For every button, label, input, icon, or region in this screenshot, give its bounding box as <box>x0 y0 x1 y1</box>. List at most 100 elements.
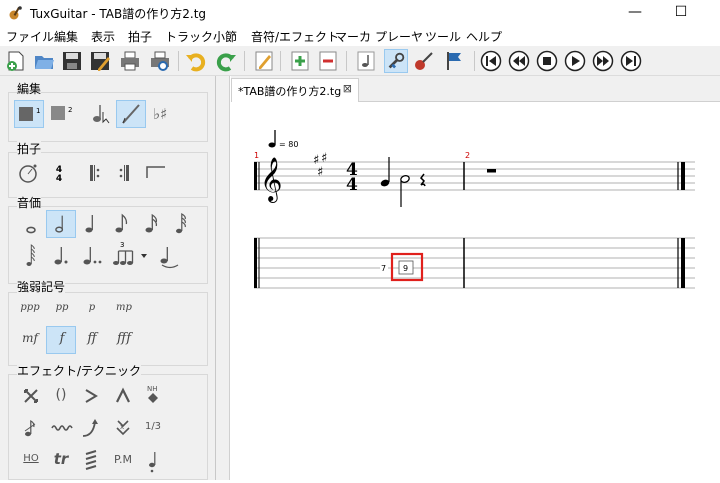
dynamic-fff[interactable]: fff <box>108 331 140 346</box>
dynamic-mp[interactable]: mp <box>108 302 140 313</box>
svg-text:NH: NH <box>147 385 158 393</box>
dynamic-ppp[interactable]: ppp <box>14 302 46 313</box>
add-track-icon[interactable] <box>288 49 312 73</box>
menu-marker[interactable]: マーカ <box>335 28 371 45</box>
marker-flag-icon[interactable] <box>442 49 466 73</box>
tab-end-barline-thick <box>681 238 685 288</box>
toolbar-separator <box>178 51 179 71</box>
transport-play-icon[interactable] <box>564 50 586 72</box>
key-sharp-2: ♯ <box>321 151 327 166</box>
heavy-accent-icon[interactable] <box>108 382 138 410</box>
trill-button[interactable]: tr <box>46 450 76 478</box>
dotted-note-icon[interactable] <box>46 242 76 270</box>
menu-player[interactable]: プレーヤ <box>375 28 423 45</box>
eighth-note-icon[interactable] <box>106 210 136 238</box>
accent-icon[interactable] <box>76 382 106 410</box>
print-preview-icon[interactable] <box>148 49 172 73</box>
ghost-note-button[interactable]: () <box>46 387 76 415</box>
toolbar-separator <box>474 51 475 71</box>
menu-timesig[interactable]: 拍子 <box>128 28 152 45</box>
transport-rewind-icon[interactable] <box>508 50 530 72</box>
grace-note-icon[interactable] <box>16 414 46 442</box>
undo-icon[interactable] <box>184 49 208 73</box>
save-as-icon[interactable] <box>88 49 112 73</box>
tab-fret-number-selected[interactable]: 9 <box>403 264 408 273</box>
dynamic-mf[interactable]: mf <box>14 331 46 345</box>
thirty-second-note-icon[interactable] <box>166 210 196 238</box>
tuplet-button[interactable]: 3 <box>108 241 152 270</box>
palm-mute-button[interactable]: P.M <box>108 453 138 481</box>
menu-tools[interactable]: ツール <box>425 28 461 45</box>
note-mode-icon[interactable] <box>354 49 378 73</box>
dynamic-p[interactable]: p <box>76 302 108 313</box>
score-editor[interactable]: = 80 1 2 𝄞 ♯ ♯ ♯ 4 4 7 9 <box>231 102 720 480</box>
slide-icon[interactable]: x <box>108 414 138 442</box>
menu-note-effect[interactable]: 音符/エフェクト <box>251 28 339 45</box>
staccato-icon[interactable] <box>138 446 168 474</box>
toolbar-separator <box>346 51 347 71</box>
time-signature-button[interactable]: 4 4 <box>44 160 74 188</box>
sixteenth-note-icon[interactable] <box>136 210 166 238</box>
menu-measure[interactable]: 小節 <box>213 28 237 45</box>
dead-note-icon[interactable] <box>16 382 46 410</box>
tempo-button[interactable] <box>14 160 44 188</box>
quarter-note[interactable] <box>380 157 390 187</box>
edit-voice2-button[interactable]: 2 <box>46 100 76 128</box>
menu-help[interactable]: ヘルプ <box>466 28 502 45</box>
save-file-icon[interactable] <box>60 49 84 73</box>
redo-icon[interactable] <box>214 49 238 73</box>
half-note-icon[interactable] <box>46 210 76 238</box>
print-icon[interactable] <box>118 49 142 73</box>
transport-first-icon[interactable] <box>480 50 502 72</box>
edit-accidental-button[interactable]: ♭♯ <box>148 100 178 128</box>
harmonic-icon[interactable]: NH <box>138 382 168 410</box>
new-file-icon[interactable] <box>4 49 28 73</box>
treble-clef: 𝄞 <box>260 157 282 203</box>
hammer-on-button[interactable]: HO <box>16 453 46 481</box>
alternate-ending-button[interactable] <box>140 160 170 188</box>
half-note[interactable] <box>400 175 410 207</box>
menu-edit[interactable]: 編集 <box>54 28 78 45</box>
svg-text:♭♯: ♭♯ <box>153 105 167 123</box>
toolbar-separator <box>244 51 245 71</box>
alternate-ending-icon <box>146 166 165 178</box>
guitar-icon[interactable] <box>412 49 436 73</box>
tie-note-icon[interactable] <box>154 242 184 270</box>
tuplet-fraction-button[interactable]: 1/3 <box>138 421 168 449</box>
edit-pencil-mode-button[interactable] <box>116 100 146 128</box>
transport-stop-icon[interactable] <box>536 50 558 72</box>
close-tab-icon[interactable]: ⊠ <box>343 82 352 95</box>
end-barline-thick <box>681 162 685 190</box>
edit-group-label: 編集 <box>17 80 42 97</box>
repeat-open-icon <box>90 165 100 181</box>
tremolo-picking-icon[interactable] <box>76 446 106 474</box>
quarter-note-icon[interactable] <box>76 210 106 238</box>
edit-voice1-button[interactable]: 1 <box>14 100 44 128</box>
tools-wrench-icon[interactable] <box>384 49 408 73</box>
dynamic-pp[interactable]: pp <box>46 302 78 313</box>
vibrato-icon[interactable] <box>46 414 76 442</box>
transport-last-icon[interactable] <box>620 50 642 72</box>
whole-note-icon[interactable] <box>16 210 46 238</box>
maximize-button[interactable]: ☐ <box>658 2 704 24</box>
menu-bar: ファイル 編集 表示 拍子 トラック 小節 音符/エフェクト マーカ プレーヤ … <box>0 26 720 46</box>
menu-view[interactable]: 表示 <box>91 28 115 45</box>
menu-file[interactable]: ファイル <box>6 28 54 45</box>
tab-fret-number-1[interactable]: 7 <box>381 264 386 273</box>
repeat-close-button[interactable] <box>110 160 140 188</box>
remove-track-icon[interactable] <box>316 49 340 73</box>
menu-track[interactable]: トラック <box>165 28 213 45</box>
minimize-button[interactable]: — <box>612 2 658 24</box>
double-dotted-note-icon[interactable] <box>76 242 106 270</box>
palette-scrollbar[interactable] <box>216 76 230 480</box>
bend-icon[interactable] <box>76 414 106 442</box>
dynamics-group-label: 強弱記号 <box>17 278 66 295</box>
transport-forward-icon[interactable] <box>592 50 614 72</box>
dynamic-ff[interactable]: ff <box>76 331 108 346</box>
edit-select-button[interactable] <box>86 100 116 128</box>
edit-pencil-icon[interactable] <box>252 49 276 73</box>
open-file-icon[interactable] <box>32 49 56 73</box>
repeat-open-button[interactable] <box>80 160 110 188</box>
document-tab[interactable]: *TAB譜の作り方2.tg ⊠ <box>231 78 359 102</box>
sixty-fourth-note-icon[interactable] <box>16 242 46 270</box>
